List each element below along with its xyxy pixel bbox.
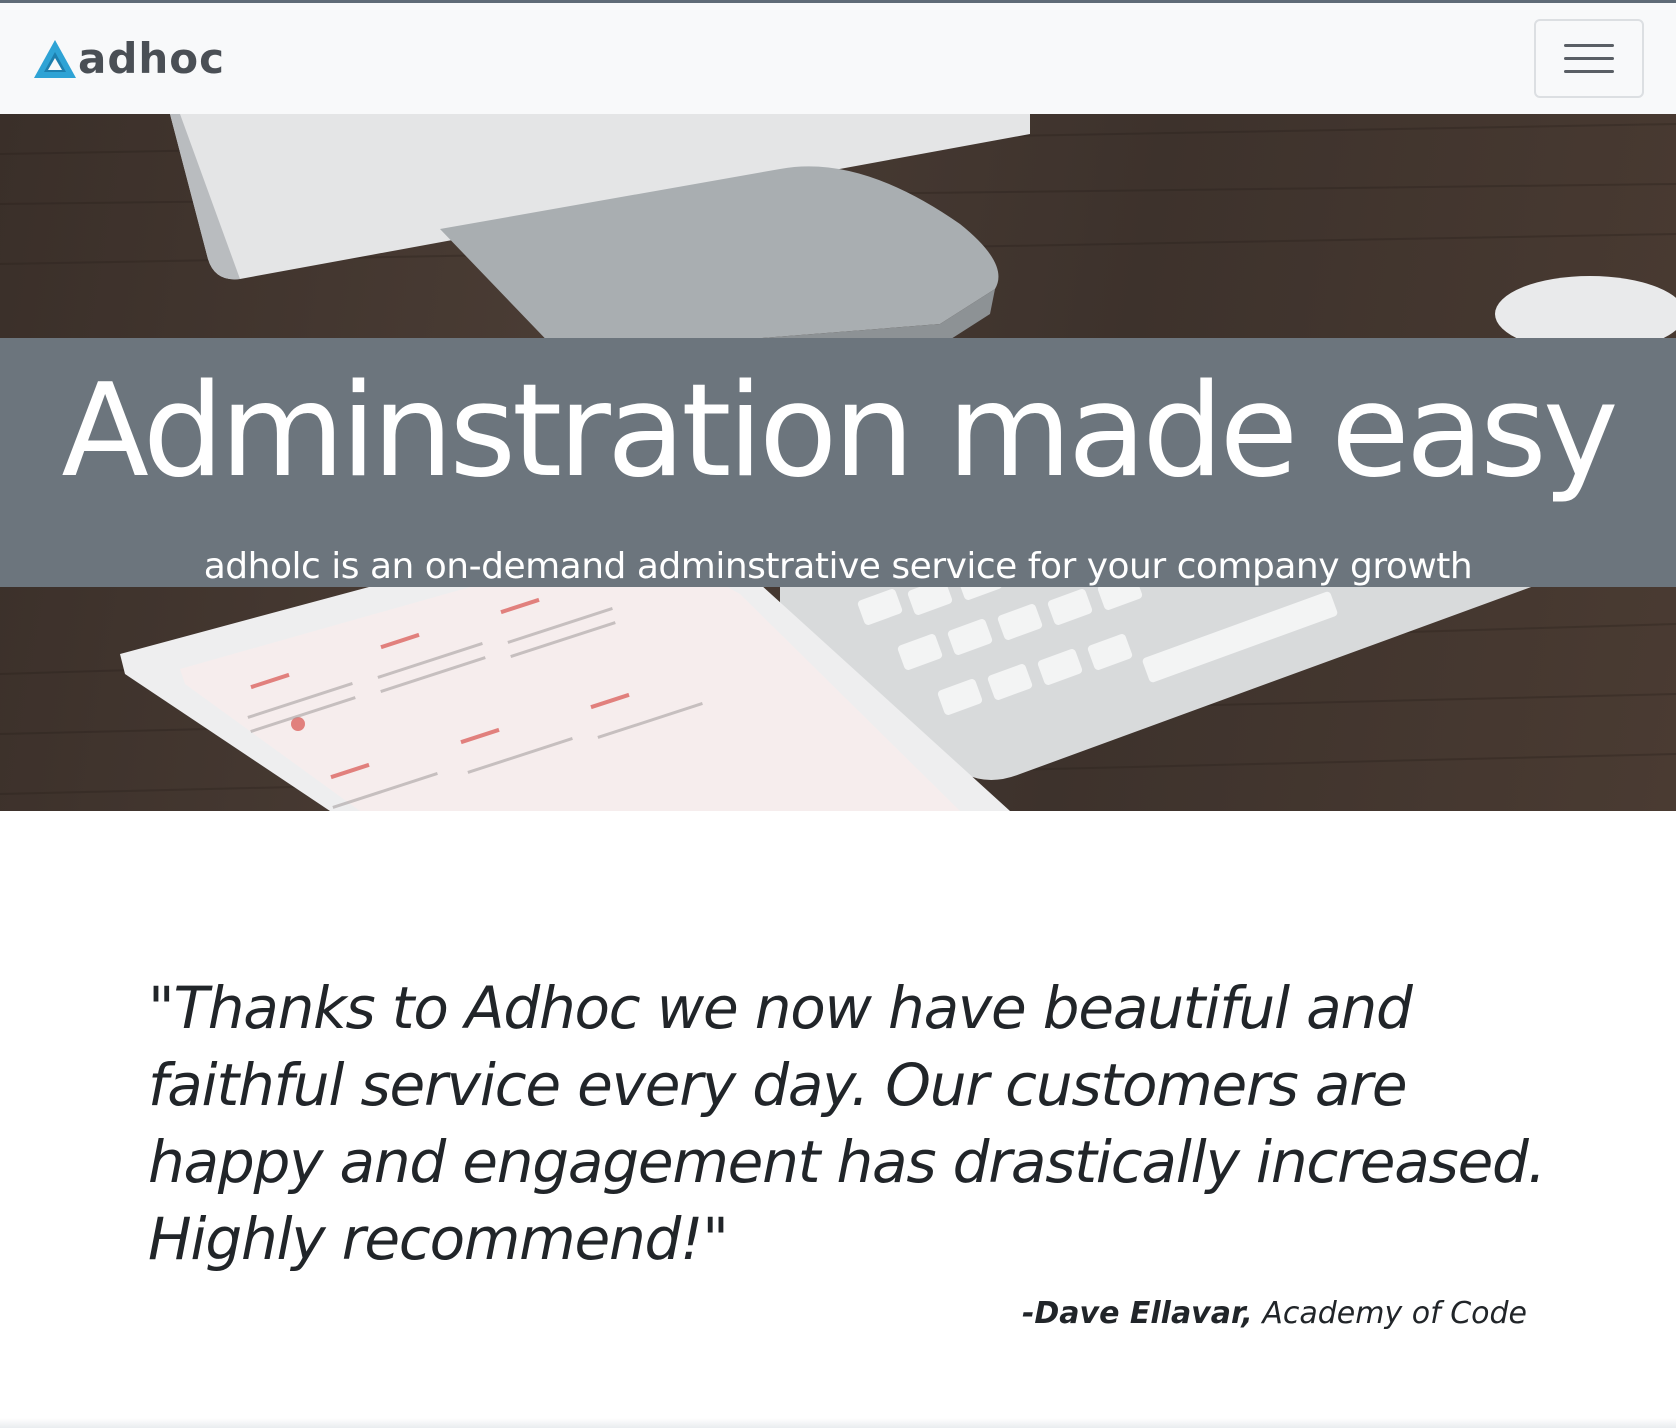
hero-title: Adminstration made easy — [61, 357, 1618, 506]
brand-name: adhoc — [78, 33, 226, 83]
brand-link[interactable]: adhoc — [32, 33, 226, 83]
page-bottom-divider — [0, 1418, 1676, 1428]
testimonial-quote: "Thanks to Adhoc we now have beautiful a… — [148, 974, 1546, 1273]
hero-section: Adminstration made easy adholc is an on-… — [0, 114, 1676, 811]
navbar: adhoc — [0, 3, 1676, 114]
testimonial-author: -Dave Ellavar, — [1021, 1296, 1253, 1331]
triangle-logo-icon — [34, 39, 76, 78]
testimonial-company: Academy of Code — [1262, 1296, 1527, 1331]
hamburger-menu-icon — [1564, 44, 1614, 47]
testimonial-attribution: -Dave Ellavar, Academy of Code — [0, 1296, 1527, 1331]
navbar-toggler-button[interactable] — [1534, 19, 1644, 98]
testimonial-section: "Thanks to Adhoc we now have beautiful a… — [148, 970, 1548, 1278]
hero-overlay-band: Adminstration made easy adholc is an on-… — [0, 338, 1676, 587]
hero-subtitle: adholc is an on-demand adminstrative ser… — [203, 546, 1473, 587]
